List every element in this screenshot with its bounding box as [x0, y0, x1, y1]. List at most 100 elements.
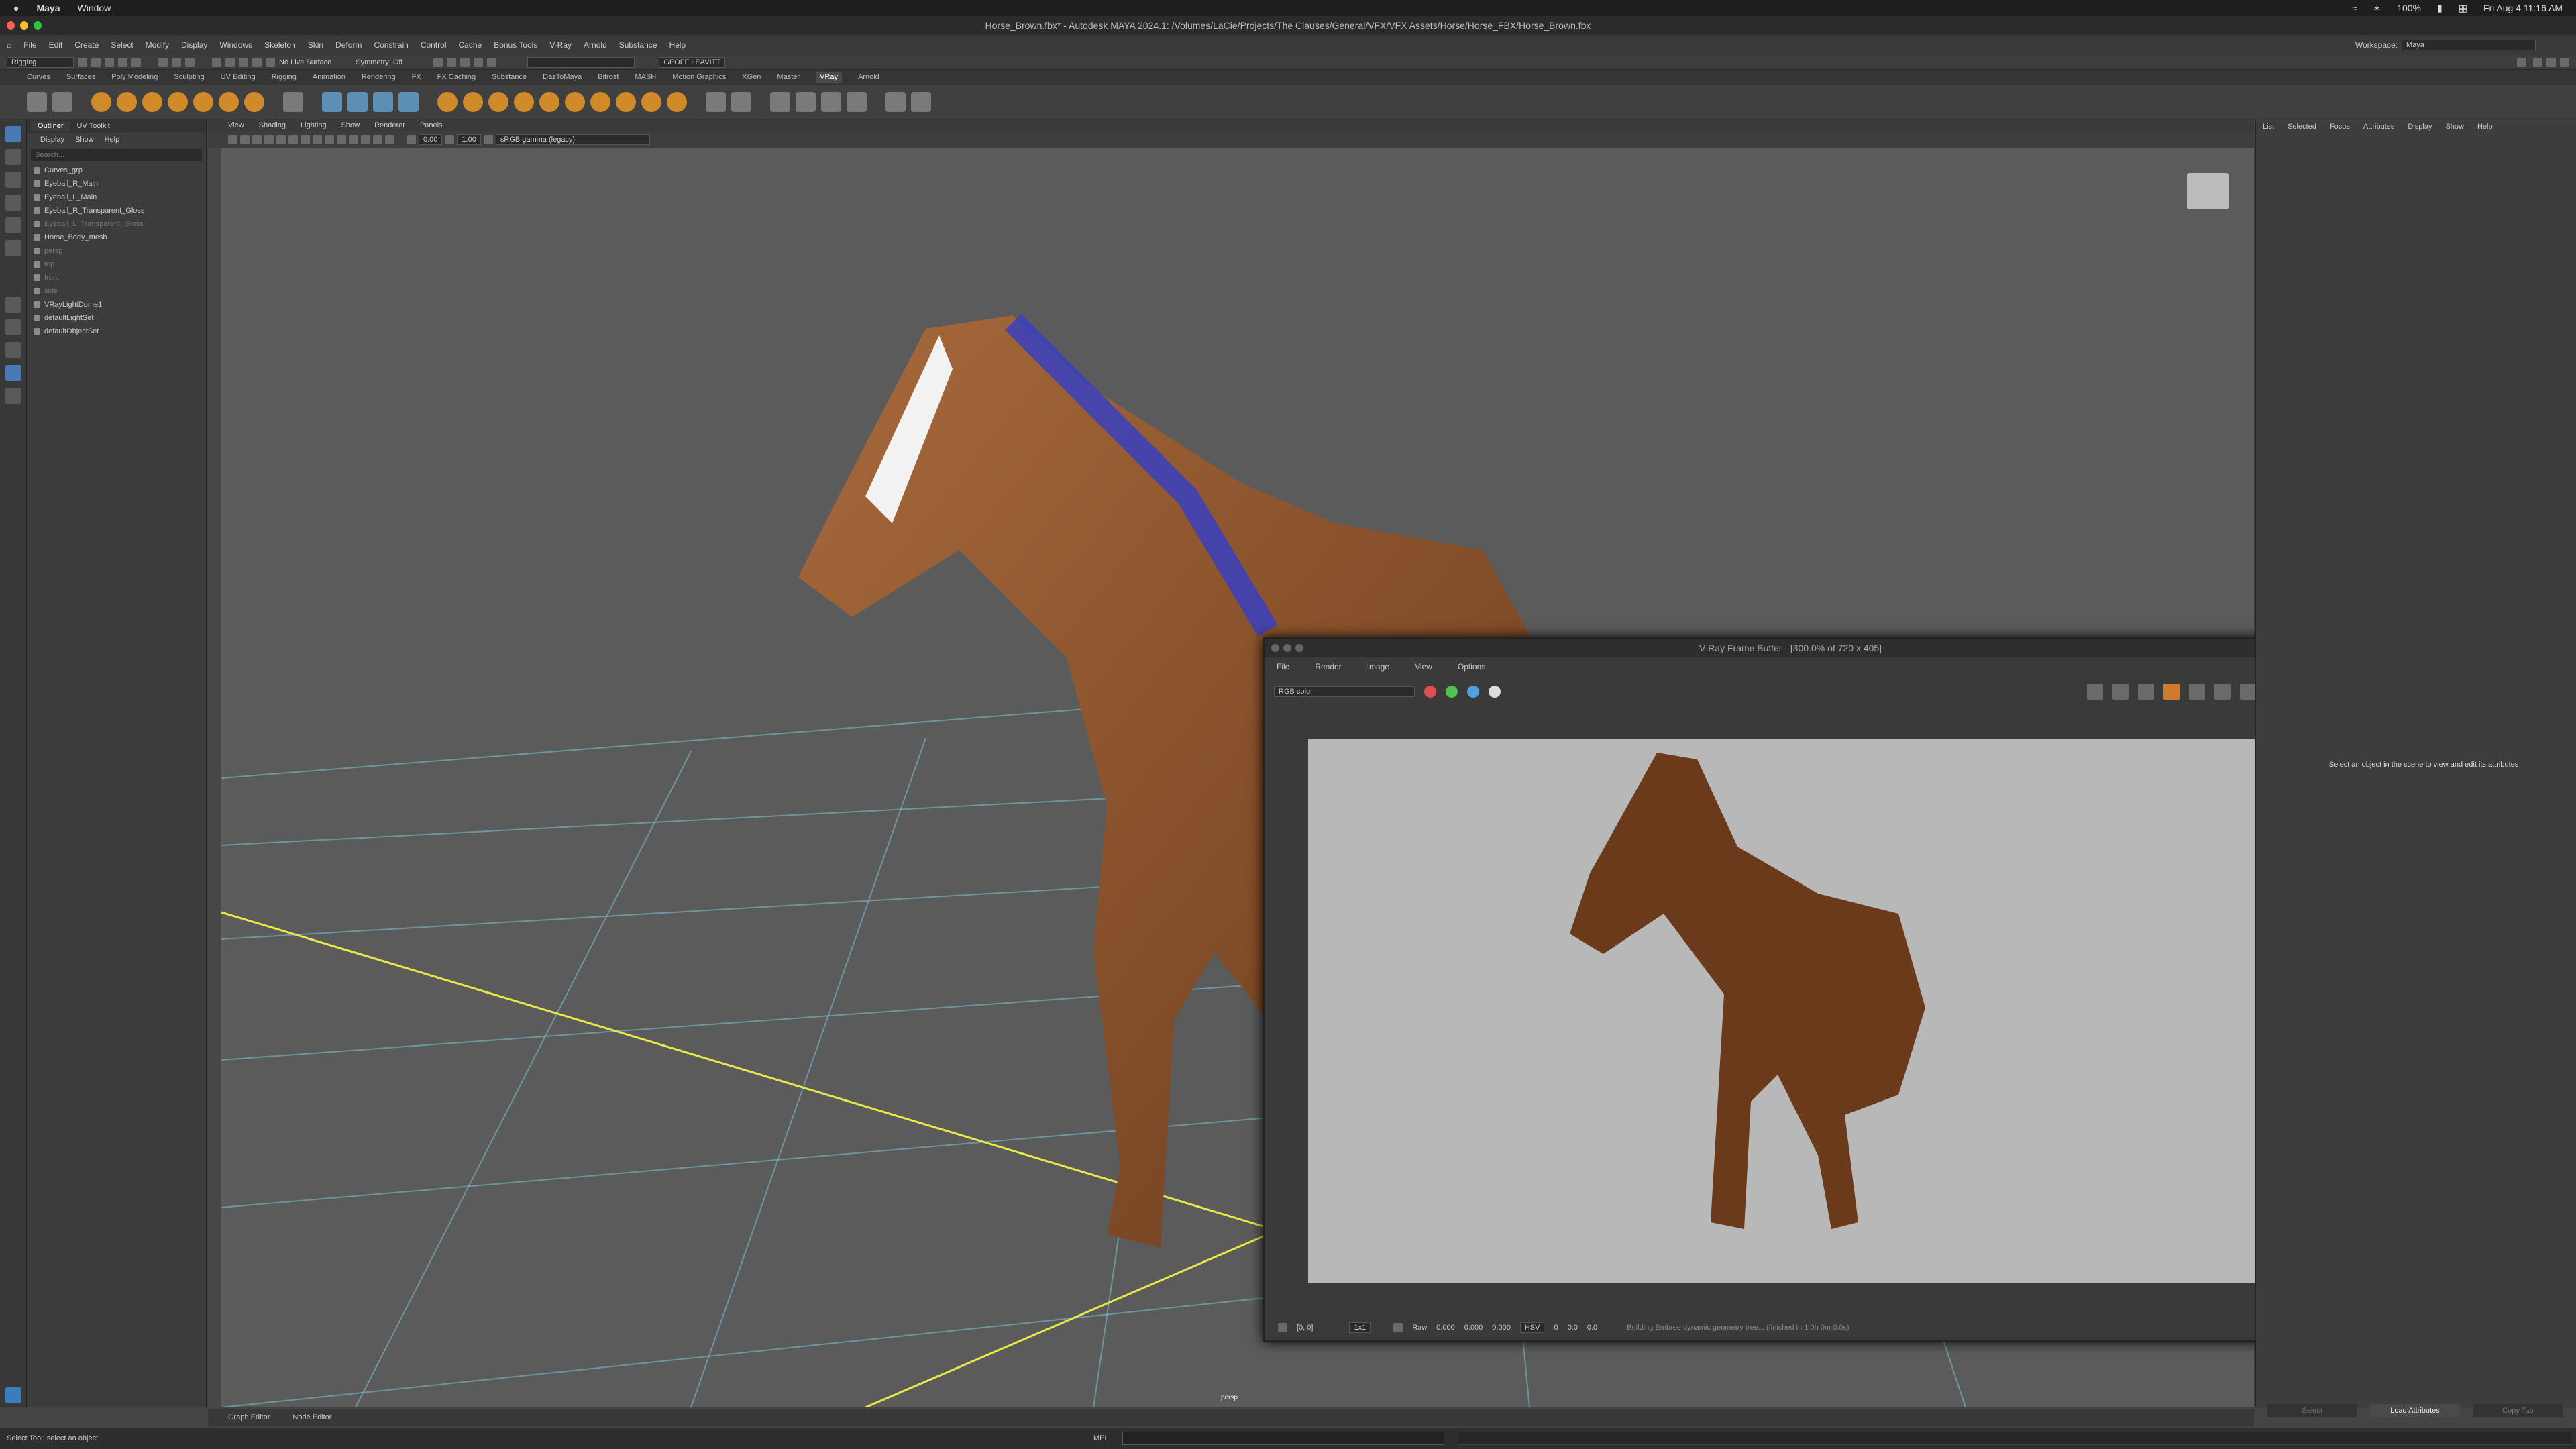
view-cube[interactable] — [2187, 173, 2229, 209]
shelf-tab-rigging[interactable]: Rigging — [272, 73, 297, 81]
gamma-icon[interactable] — [445, 135, 455, 144]
toggle-attr-icon[interactable] — [2546, 57, 2556, 67]
shelf-tab-rendering[interactable]: Rendering — [362, 73, 396, 81]
outliner-item[interactable]: top — [27, 258, 206, 271]
tab-uv-toolkit[interactable]: UV Toolkit — [70, 121, 117, 131]
ae-copy-tab-button[interactable]: Copy Tab — [2473, 1404, 2563, 1417]
menu-deform[interactable]: Deform — [335, 40, 362, 50]
lens-effects-icon[interactable] — [2189, 684, 2205, 700]
vray-ambient-light-icon[interactable] — [244, 91, 264, 112]
vfb-menu-image[interactable]: Image — [1367, 662, 1389, 672]
outliner-item[interactable]: Eyeball_R_Transparent_Gloss — [27, 204, 206, 217]
vray-scene-icon[interactable] — [347, 91, 368, 112]
shelf-tab-sculpting[interactable]: Sculpting — [174, 73, 204, 81]
vray-wrap-icon[interactable] — [641, 91, 661, 112]
vray-texture-icon[interactable] — [514, 91, 534, 112]
ae-menu-selected[interactable]: Selected — [2288, 123, 2316, 131]
vfb-menu-options[interactable]: Options — [1458, 662, 1485, 672]
ae-menu-show[interactable]: Show — [2445, 123, 2464, 131]
vray-hair-icon[interactable] — [590, 91, 610, 112]
vray-plane-icon[interactable] — [283, 91, 303, 112]
vray-fur-icon[interactable] — [373, 91, 393, 112]
vfb-raw-label[interactable]: Raw — [1412, 1324, 1427, 1332]
ae-menu-list[interactable]: List — [2263, 123, 2274, 131]
vray-dome-light-icon[interactable] — [142, 91, 162, 112]
use-lights-icon[interactable] — [337, 135, 346, 144]
vray-render-icon[interactable] — [27, 91, 47, 112]
mac-menu-window[interactable]: Window — [78, 3, 111, 13]
render-settings-icon[interactable] — [460, 57, 470, 67]
rotate-tool-icon[interactable] — [5, 217, 21, 233]
menu-edit[interactable]: Edit — [49, 40, 63, 50]
workspace-dropdown[interactable]: Maya — [2402, 40, 2536, 50]
viewport-menu-lighting[interactable]: Lighting — [301, 121, 327, 129]
outliner-item[interactable]: defaultObjectSet — [27, 325, 206, 338]
vfb-maximize-button[interactable] — [1295, 644, 1303, 652]
wireframe-icon[interactable] — [301, 135, 310, 144]
command-input[interactable] — [1122, 1432, 1444, 1445]
toggle-layout-icon[interactable] — [2517, 57, 2526, 67]
outliner-item[interactable]: VRayLightDome1 — [27, 298, 206, 311]
snap-surface-icon[interactable] — [266, 57, 275, 67]
render-view-icon[interactable] — [487, 57, 497, 67]
smooth-shade-icon[interactable] — [313, 135, 322, 144]
textured-icon[interactable] — [325, 135, 334, 144]
shelf-tab-curves[interactable]: Curves — [27, 73, 50, 81]
toggle-channel-box-icon[interactable] — [2560, 57, 2569, 67]
menu-help[interactable]: Help — [669, 40, 686, 50]
maximize-window-button[interactable] — [34, 21, 42, 30]
shelf-tab-arnold[interactable]: Arnold — [858, 73, 879, 81]
apple-icon[interactable]: ● — [13, 3, 19, 13]
vfb-zoom-dropdown[interactable]: 1x1 — [1349, 1322, 1371, 1333]
vray-help-icon[interactable] — [885, 91, 906, 112]
outliner-item[interactable]: Eyeball_L_Main — [27, 191, 206, 204]
battery-label[interactable]: 100% — [2397, 3, 2421, 13]
menu-control[interactable]: Control — [421, 40, 447, 50]
clear-image-icon[interactable] — [2112, 684, 2129, 700]
outliner-item[interactable]: Horse_Body_mesh — [27, 231, 206, 244]
vfb-menu-render[interactable]: Render — [1315, 662, 1341, 672]
color-management-icon[interactable] — [483, 135, 493, 144]
viewport-menu-renderer[interactable]: Renderer — [374, 121, 405, 129]
vfb-render-image[interactable] — [1308, 739, 2274, 1283]
vfb-menu-view[interactable]: View — [1415, 662, 1432, 672]
menu-vray[interactable]: V-Ray — [549, 40, 572, 50]
vray-subdivision-icon[interactable] — [616, 91, 636, 112]
outliner-item[interactable]: Curves_grp — [27, 164, 206, 177]
persp-graph-icon[interactable] — [5, 365, 21, 381]
menu-arnold[interactable]: Arnold — [584, 40, 607, 50]
vfb-channel-dropdown[interactable]: RGB color — [1274, 686, 1415, 697]
film-gate-icon[interactable] — [276, 135, 286, 144]
vfb-track-mouse-icon[interactable] — [1278, 1323, 1287, 1332]
outliner-item[interactable]: Eyeball_L_Transparent_Gloss — [27, 217, 206, 231]
tab-outliner[interactable]: Outliner — [31, 121, 70, 131]
vfb-color-mode-dropdown[interactable]: HSV — [1519, 1322, 1545, 1333]
shelf-tab-motion-graphics[interactable]: Motion Graphics — [672, 73, 726, 81]
start-ipr-icon[interactable] — [2214, 684, 2231, 700]
new-scene-icon[interactable] — [78, 57, 87, 67]
menu-skin[interactable]: Skin — [308, 40, 323, 50]
vfb-colorpicker-icon[interactable] — [1393, 1323, 1403, 1332]
snap-point-icon[interactable] — [239, 57, 248, 67]
outliner-item[interactable]: persp — [27, 244, 206, 258]
battery-icon[interactable]: ▮ — [2437, 3, 2443, 14]
vray-asset-editor-icon[interactable] — [821, 91, 841, 112]
vray-volume-icon[interactable] — [539, 91, 559, 112]
shelf-tab-mash[interactable]: MASH — [635, 73, 656, 81]
viewport-menu-show[interactable]: Show — [341, 121, 360, 129]
vfb-menu-file[interactable]: File — [1277, 662, 1289, 672]
shelf-tab-animation[interactable]: Animation — [313, 73, 345, 81]
shelf-tab-uv-editing[interactable]: UV Editing — [221, 73, 256, 81]
vray-ies-light-icon[interactable] — [193, 91, 213, 112]
mac-menu-app[interactable]: Maya — [36, 3, 60, 13]
viewport-menu-shading[interactable]: Shading — [259, 121, 286, 129]
undo-icon[interactable] — [118, 57, 127, 67]
menu-bonus-tools[interactable]: Bonus Tools — [494, 40, 537, 50]
outliner-menu-help[interactable]: Help — [105, 136, 120, 144]
resolution-gate-icon[interactable] — [288, 135, 298, 144]
grid-icon[interactable] — [264, 135, 274, 144]
shelf-tab-substance[interactable]: Substance — [492, 73, 527, 81]
vray-displacement-icon[interactable] — [398, 91, 419, 112]
green-channel-icon[interactable] — [1446, 686, 1458, 698]
select-component-icon[interactable] — [185, 57, 195, 67]
